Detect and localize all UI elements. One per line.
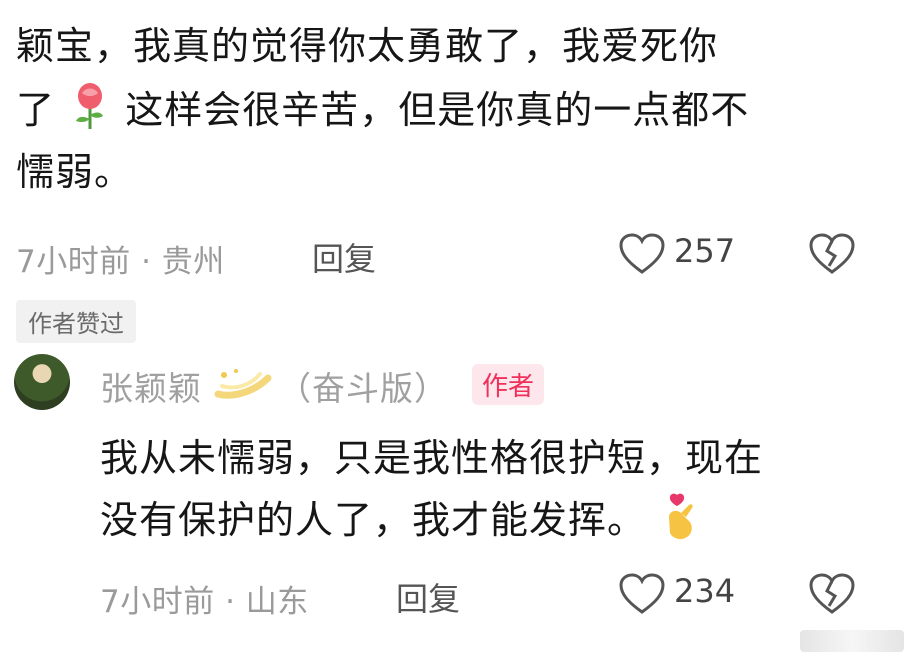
reply-line-2: 没有保护的人了，我才能发挥。 [100, 490, 705, 550]
sparkle-icon [214, 366, 272, 402]
author-liked-badge: 作者赞过 [16, 300, 136, 343]
reply-line-2-text: 没有保护的人了，我才能发挥。 [100, 498, 647, 542]
author-tag: 作者 [472, 364, 545, 405]
reply-like-count: 234 [674, 572, 736, 610]
comment-line-2-rest: 这样会很辛苦，但是你真的一点都不 [125, 88, 750, 132]
comment-line-2: 了 这样会很辛苦，但是你真的一点都不 [16, 80, 749, 140]
author-name[interactable]: 张颖颖 [100, 362, 202, 410]
broken-heart-icon [808, 232, 856, 276]
reply-dislike-button[interactable] [808, 572, 856, 616]
reply-line-1: 我从未懦弱，只是我性格很护短，现在 [100, 436, 764, 480]
reply-like-button[interactable]: 234 [618, 570, 748, 620]
comment-body: 颖宝，我真的觉得你太勇敢了，我爱死你 了 这样会很辛苦，但是你真的一点都不 懦弱… [16, 16, 896, 196]
broken-heart-icon [808, 572, 856, 616]
comment-line-1: 颖宝，我真的觉得你太勇敢了，我爱死你 [16, 24, 719, 68]
like-button[interactable]: 257 [618, 230, 748, 280]
reply-button[interactable]: 回复 [312, 234, 376, 280]
reply-time-location: 7小时前 · 山东 [100, 584, 309, 620]
watermark [800, 630, 904, 652]
reply-body: 我从未懦弱，只是我性格很护短，现在 没有保护的人了，我才能发挥。 [100, 428, 900, 552]
rose-icon [68, 81, 112, 131]
heart-hands-icon [659, 491, 705, 543]
heart-icon [618, 232, 666, 276]
comment-line-3: 懦弱。 [16, 150, 134, 194]
reply-author-row: 张颖颖 （奋斗版） 作者 [100, 362, 880, 408]
reply-reply-button[interactable]: 回复 [396, 574, 460, 620]
author-suffix: （奋斗版） [278, 369, 448, 408]
comment-line-2-start: 了 [16, 88, 56, 132]
dislike-button[interactable] [808, 232, 856, 276]
like-count: 257 [674, 232, 736, 270]
heart-icon [618, 572, 666, 616]
comment-time-location: 7小时前 · 贵州 [16, 244, 225, 280]
avatar[interactable] [14, 354, 70, 410]
